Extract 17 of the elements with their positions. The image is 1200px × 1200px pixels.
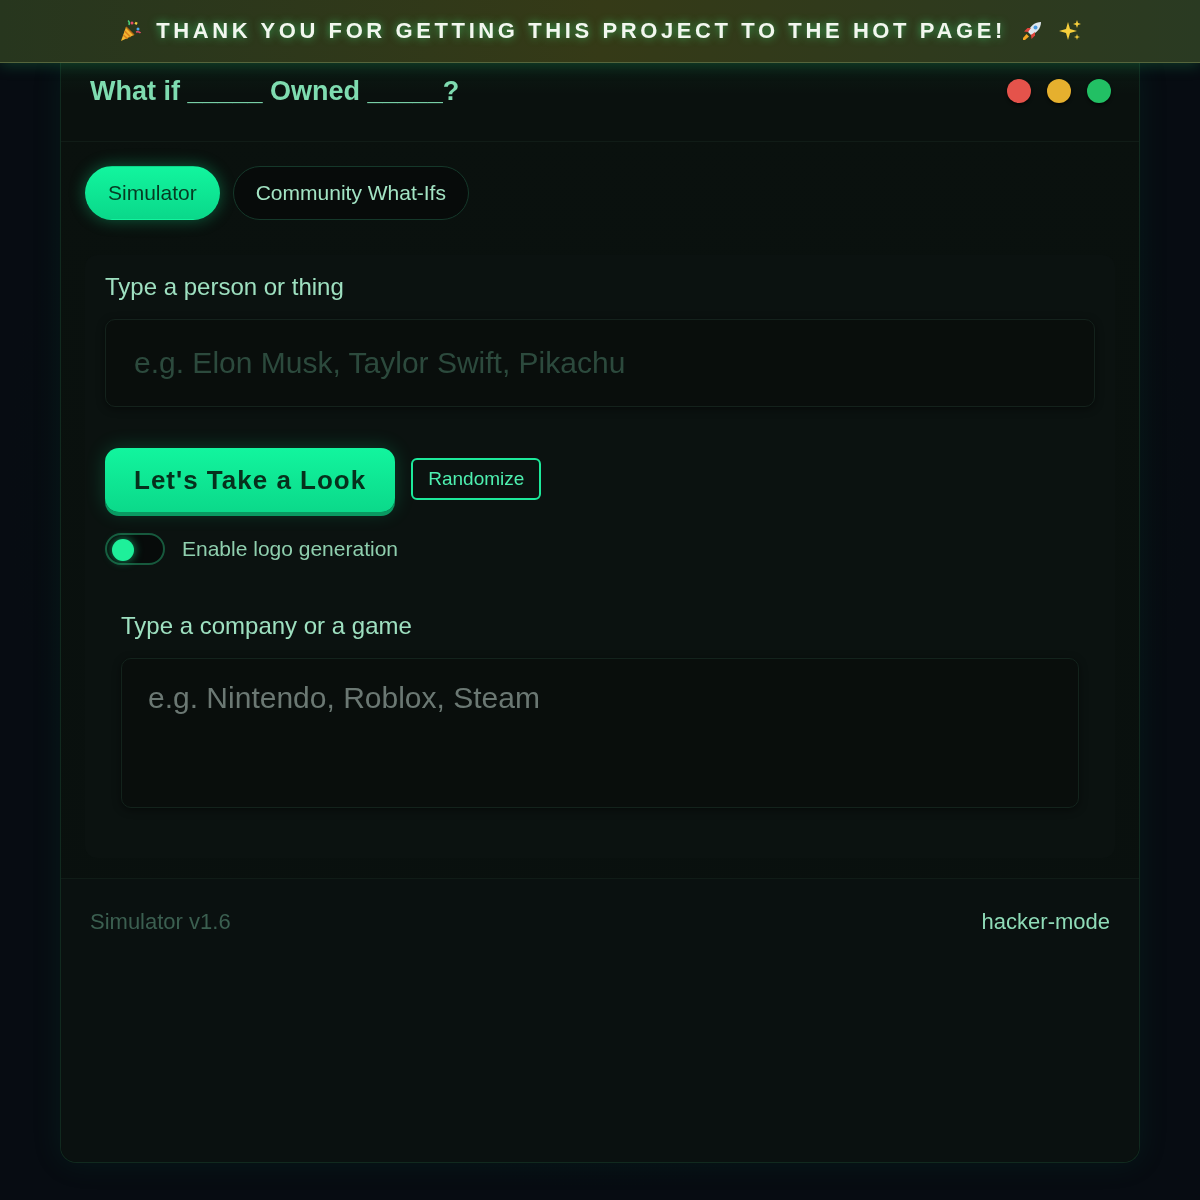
- tab[interactable]: Community What-Ifs: [232, 166, 469, 220]
- person-input-field[interactable]: e.g. Elon Musk, Taylor Swift, Pikachu: [105, 319, 1095, 407]
- banner-text: THANK YOU FOR GETTING THIS PROJECT TO THE HOT PAGE!: [156, 18, 1006, 44]
- window-title: What if _____ Owned _____?: [90, 75, 460, 107]
- window-control-dot[interactable]: [1087, 79, 1111, 103]
- window-control-dot[interactable]: [1047, 79, 1071, 103]
- tab[interactable]: Simulator: [85, 166, 220, 220]
- window-control-dot[interactable]: [1007, 79, 1031, 103]
- field-label: Type a person or thing: [105, 273, 344, 301]
- field-label: Type a company or a game: [121, 612, 412, 640]
- toggle-label: Enable logo generation: [182, 537, 398, 561]
- logo-toggle-switch[interactable]: [105, 533, 165, 565]
- party-popper-icon: [118, 19, 143, 43]
- randomize-button[interactable]: Randomize: [411, 458, 542, 500]
- version-text: Simulator v1.6: [90, 909, 231, 935]
- mode-label: hacker-mode: [981, 909, 1110, 935]
- company-text-area[interactable]: e.g. Nintendo, Roblox, Steam: [121, 658, 1079, 808]
